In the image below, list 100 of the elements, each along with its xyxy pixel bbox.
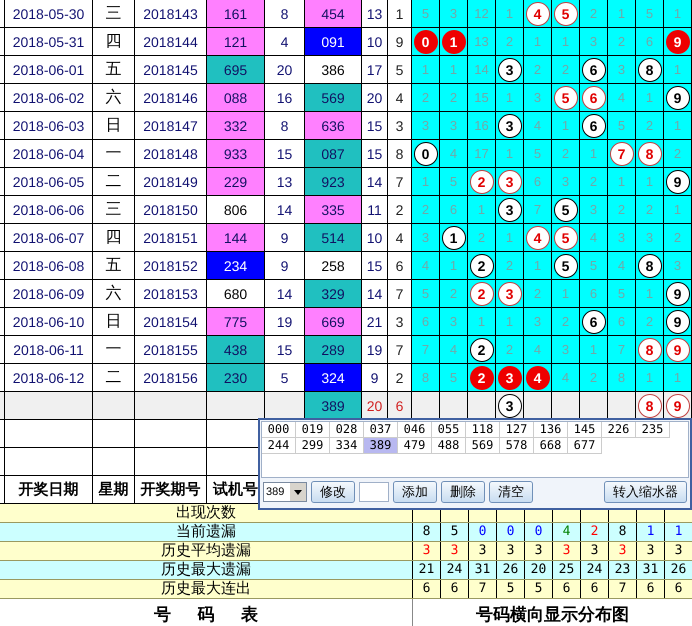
candidate-number[interactable]: 019 — [296, 422, 330, 438]
stat-value: 3 — [524, 542, 552, 560]
gap-count: 3 — [590, 34, 598, 49]
period-cell: 2018150 — [135, 196, 207, 224]
transfer-button[interactable]: 转入缩水器 — [604, 481, 687, 503]
stat-value: 3 — [636, 542, 664, 560]
result-cell: 514 — [305, 224, 362, 252]
candidate-number[interactable]: 569 — [466, 438, 500, 454]
column-header: 星期 — [93, 476, 135, 504]
stat-value: 7 — [608, 580, 636, 598]
date-cell: 2018-06-04 — [5, 140, 93, 168]
date-cell: 2018-06-03 — [5, 112, 93, 140]
gap-count: 13 — [474, 34, 489, 49]
gap-count: 3 — [450, 6, 458, 21]
candidate-number[interactable]: 226 — [602, 422, 636, 438]
candidate-number[interactable]: 479 — [398, 438, 432, 454]
date-cell: 2018-05-31 — [5, 28, 93, 56]
gap-count: 1 — [506, 90, 514, 105]
gap-count: 6 — [590, 286, 598, 301]
weekday-cell: 一 — [93, 336, 135, 364]
gap-count: 3 — [422, 230, 430, 245]
candidate-number[interactable]: 389 — [364, 438, 398, 454]
gap-count: 15 — [474, 90, 489, 105]
trial-number-cell: 695 — [207, 56, 265, 84]
trial-number-cell: 438 — [207, 336, 265, 364]
gap-count: 2 — [506, 258, 514, 273]
candidate-number[interactable]: 244 — [262, 438, 296, 454]
candidate-number[interactable]: 677 — [568, 438, 602, 454]
candidate-number[interactable]: 028 — [330, 422, 364, 438]
period-cell: 2018155 — [135, 336, 207, 364]
number-ball: 8 — [638, 338, 662, 362]
gap-count: 5 — [590, 258, 598, 273]
candidate-number[interactable]: 235 — [636, 422, 670, 438]
gap-count: 6 — [534, 174, 542, 189]
gap-count: 3 — [450, 118, 458, 133]
action-button[interactable]: 删除 — [441, 481, 485, 503]
period-cell: 2018146 — [135, 84, 207, 112]
stat-value: 8 — [412, 523, 440, 541]
candidate-number[interactable]: 578 — [500, 438, 534, 454]
stat-value: 24 — [580, 561, 608, 579]
span-cell: 3 — [388, 308, 412, 336]
candidate-number[interactable]: 127 — [500, 422, 534, 438]
gap-count: 1 — [674, 370, 682, 385]
gap-count: 16 — [474, 118, 489, 133]
input-field[interactable] — [359, 482, 389, 502]
trial-number-cell: 088 — [207, 84, 265, 112]
gap-count: 1 — [534, 34, 542, 49]
action-button[interactable]: 清空 — [489, 481, 533, 503]
span-cell: 7 — [388, 280, 412, 308]
gap-count: 2 — [422, 202, 430, 217]
weekday-cell: 四 — [93, 28, 135, 56]
gap-count: 1 — [506, 146, 514, 161]
gap-count: 5 — [450, 370, 458, 385]
action-button[interactable]: 修改 — [311, 481, 355, 503]
result-cell: 258 — [305, 252, 362, 280]
count-cell: 8 — [265, 0, 305, 28]
number-ball: 4 — [526, 2, 550, 26]
count-cell: 14 — [265, 196, 305, 224]
gap-count: 12 — [474, 6, 489, 21]
number-ball: 5 — [554, 226, 578, 250]
candidate-number[interactable]: 136 — [534, 422, 568, 438]
table-title: 号 码 表 — [154, 604, 258, 626]
number-ball: 2 — [470, 338, 494, 362]
gap-count: 1 — [422, 174, 430, 189]
number-ball: 5 — [554, 198, 578, 222]
period-cell: 2018154 — [135, 308, 207, 336]
span-cell: 3 — [388, 112, 412, 140]
number-ball: 6 — [582, 310, 606, 334]
gap-count: 2 — [590, 174, 598, 189]
number-ball: 9 — [666, 282, 690, 306]
candidate-number[interactable]: 000 — [262, 422, 296, 438]
stat-value: 0 — [496, 523, 524, 541]
candidate-number[interactable]: 488 — [432, 438, 466, 454]
gap-count: 2 — [534, 286, 542, 301]
weekday-cell: 六 — [93, 280, 135, 308]
candidate-number[interactable]: 118 — [466, 422, 500, 438]
gap-count: 3 — [590, 202, 598, 217]
gap-count: 2 — [422, 90, 430, 105]
number-ball: 2 — [470, 170, 494, 194]
gap-count: 6 — [646, 34, 654, 49]
gap-count: 8 — [422, 370, 430, 385]
stat-value: 3 — [468, 542, 496, 560]
number-dropdown[interactable]: 389 — [263, 482, 307, 502]
weekday-cell: 六 — [93, 84, 135, 112]
date-cell: 2018-06-01 — [5, 56, 93, 84]
result-cell: 329 — [305, 280, 362, 308]
gap-count: 6 — [618, 314, 626, 329]
gap-count: 4 — [618, 258, 626, 273]
stat-value: 25 — [552, 561, 580, 579]
candidate-number[interactable]: 046 — [398, 422, 432, 438]
date-cell: 2018-06-11 — [5, 336, 93, 364]
candidate-number[interactable]: 055 — [432, 422, 466, 438]
action-button[interactable]: 添加 — [393, 481, 437, 503]
stat-value: 23 — [608, 561, 636, 579]
gap-count: 1 — [478, 314, 486, 329]
candidate-number[interactable]: 145 — [568, 422, 602, 438]
result-cell: 091 — [305, 28, 362, 56]
candidate-number[interactable]: 668 — [534, 438, 568, 454]
candidate-number[interactable]: 299 — [296, 438, 330, 454]
stat-value: 8 — [608, 523, 636, 541]
